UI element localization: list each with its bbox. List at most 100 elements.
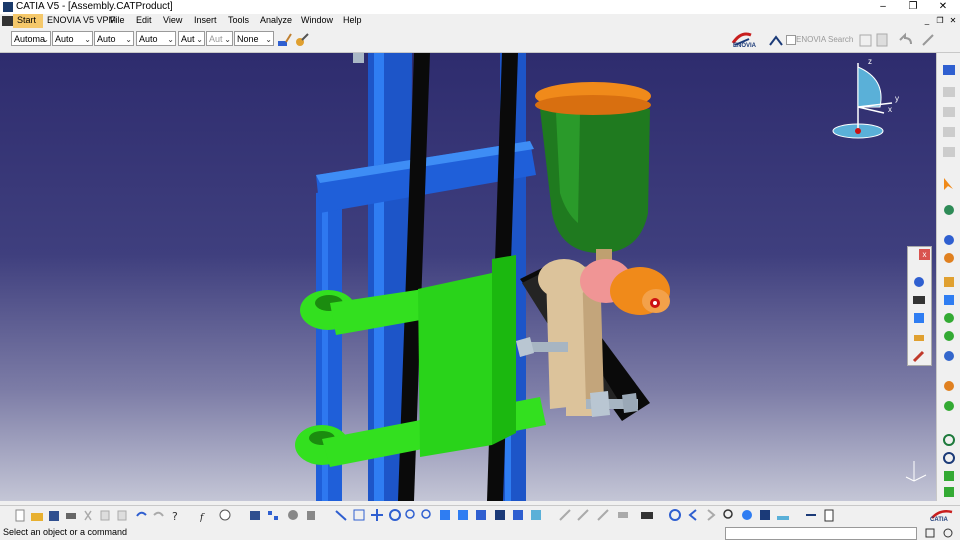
explode-icon[interactable] [941,275,957,289]
menu-tools[interactable]: Tools [228,15,249,25]
space-analysis-icon[interactable] [911,275,927,289]
formula-icon[interactable]: f [200,508,214,523]
zoom-area-icon[interactable] [722,508,736,523]
previous-view-icon[interactable] [686,508,700,523]
smart-move-icon[interactable] [941,251,957,265]
angle-icon[interactable] [941,399,957,413]
new-product-icon[interactable] [941,105,957,119]
offset-icon[interactable] [941,379,957,393]
3d-compass[interactable] [832,63,893,139]
coincidence-icon[interactable] [941,329,957,343]
menu-file[interactable]: File [110,15,125,25]
lighting-icon[interactable] [758,508,772,523]
menu-help[interactable]: Help [343,15,362,25]
look-at-icon[interactable] [740,508,754,523]
multi-view-icon[interactable] [456,508,470,523]
new-part-icon[interactable] [941,125,957,139]
cut-icon[interactable] [81,508,95,523]
rotate-icon[interactable] [388,508,402,523]
comment-icon[interactable] [218,508,232,523]
menu-insert[interactable]: Insert [194,15,217,25]
target-icon[interactable] [668,508,682,523]
layer-combo[interactable]: None ⌄ [234,31,274,46]
shading-icon[interactable] [493,508,507,523]
distance-icon[interactable] [911,331,927,345]
next-view-icon[interactable] [704,508,718,523]
camera-icon[interactable] [640,508,654,523]
minimize-button[interactable]: – [868,0,898,14]
menu-window[interactable]: Window [301,15,333,25]
existing-component-icon[interactable] [941,145,957,159]
status-search-icon[interactable] [942,527,954,539]
menu-analyze[interactable]: Analyze [260,15,292,25]
enovia-search-checkbox[interactable] [786,35,796,45]
print-icon[interactable] [64,508,78,523]
point-symbol-combo[interactable]: Aut ⌄ [178,31,205,46]
page-icon[interactable] [822,508,836,523]
whats-this-icon[interactable]: ? [170,508,184,523]
publication-icon[interactable] [304,508,318,523]
floating-toolbar[interactable]: x [907,246,932,366]
status-sort-icon[interactable] [924,527,936,539]
clash-icon[interactable] [911,311,927,325]
stop-manipulate-icon[interactable] [941,293,957,307]
zoom-in-icon[interactable] [404,508,418,523]
catalog-browser-icon[interactable] [286,508,300,523]
ground-icon[interactable] [776,508,790,523]
close-button[interactable]: ✕ [928,0,958,14]
transparency-combo[interactable]: Auto ⌄ [52,31,93,46]
doc-close-button[interactable]: ✕ [947,15,959,26]
copy-icon[interactable] [98,508,112,523]
measure-between-icon[interactable] [558,508,572,523]
open-folder-icon[interactable] [30,508,44,523]
fly-mode-icon[interactable] [334,508,348,523]
new-component-icon[interactable] [941,85,957,99]
fix-together-icon[interactable] [941,485,957,499]
zoom-out-icon[interactable] [420,508,434,523]
measure-icon[interactable] [920,32,936,48]
save-icon[interactable] [47,508,61,523]
contact-icon[interactable] [941,349,957,363]
restore-button[interactable]: ❐ [898,0,928,14]
line-type-combo[interactable]: Auto ⌄ [136,31,176,46]
measure-inertia-icon[interactable] [596,508,610,523]
painter-icon[interactable] [276,32,292,48]
catalog-icon[interactable] [874,32,890,48]
sectioning-icon[interactable] [911,293,927,307]
pan-icon[interactable] [370,508,384,523]
enovia-connect-icon[interactable] [768,33,784,49]
undo-arrow-icon[interactable] [134,508,148,523]
swap-visible-icon[interactable] [529,508,543,523]
graphic-properties-icon[interactable] [294,32,310,48]
reuse-pattern-icon[interactable] [941,469,957,483]
compass-toggle-icon[interactable] [804,508,818,523]
fit-all-icon[interactable] [352,508,366,523]
constraint-icon[interactable] [941,311,957,325]
new-file-icon[interactable] [13,508,27,523]
fill-color-combo[interactable]: Automa ⌄ [11,31,51,46]
menu-enovia[interactable]: ENOVIA V5 VPM [47,15,116,25]
search-icon[interactable] [858,32,874,48]
measure-item-icon[interactable] [576,508,590,523]
menu-edit[interactable]: Edit [136,15,152,25]
hide-show-icon[interactable] [511,508,525,523]
iso-view-icon[interactable] [474,508,488,523]
doc-restore-button[interactable]: ❐ [934,15,946,26]
redo-arrow-icon[interactable] [152,508,166,523]
menu-view[interactable]: View [163,15,182,25]
manipulation-icon[interactable] [941,203,957,217]
power-input-field[interactable] [725,527,917,540]
line-thickness-combo[interactable]: Auto ⌄ [94,31,134,46]
scan-icon[interactable] [616,508,630,523]
snap-icon[interactable] [941,233,957,247]
update-icon[interactable] [941,451,957,465]
3d-viewport[interactable]: z y x [0,53,936,501]
floating-toolbar-close-button[interactable]: x [919,249,930,260]
undo-icon[interactable] [897,32,913,48]
tree-icon[interactable] [266,508,280,523]
normal-view-icon[interactable] [438,508,452,523]
assembly-scene[interactable] [0,53,936,501]
table-icon[interactable] [248,508,262,523]
menu-start[interactable]: Start [17,15,36,25]
paste-icon[interactable] [115,508,129,523]
